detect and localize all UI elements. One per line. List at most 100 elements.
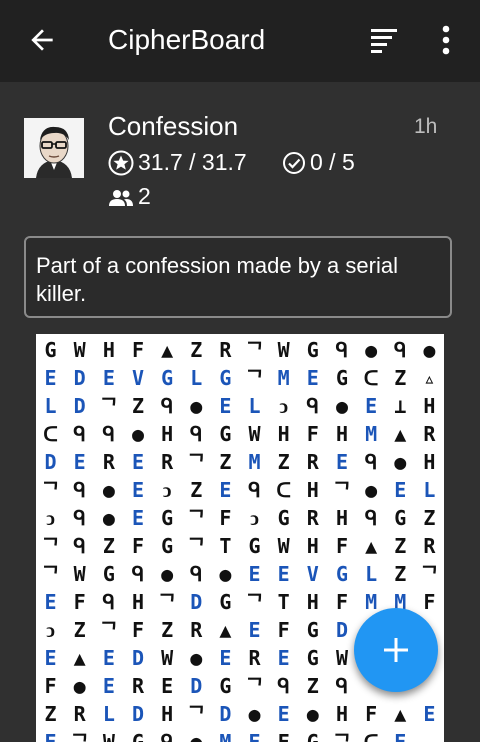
cipher-glyph: M: [219, 730, 232, 742]
cipher-glyph: G: [335, 366, 348, 390]
cipher-glyph: R: [306, 450, 319, 474]
cipher-glyph: ᑕ: [276, 478, 291, 502]
score-value: 31.7 / 31.7: [138, 149, 247, 175]
cipher-glyph: ᑫ: [73, 422, 86, 446]
cipher-glyph: E: [365, 394, 378, 418]
cipher-glyph: G: [161, 534, 174, 558]
cipher-row: Z R L D H ᄀ D ● E ● H F ▲ E: [36, 700, 444, 728]
cipher-glyph: G: [219, 422, 232, 446]
cipher-glyph: E: [44, 646, 57, 670]
cipher-glyph: ᄀ: [187, 534, 206, 558]
cipher-glyph: ●: [102, 506, 115, 530]
cipher-glyph: V: [131, 366, 144, 390]
cipher-glyph: E: [306, 366, 319, 390]
cipher-glyph: Z: [73, 618, 86, 642]
cipher-glyph: ᑫ: [189, 562, 203, 586]
cipher-glyph: L: [190, 366, 203, 390]
cipher-row: L D ᄀ Z ᑫ ● E Lↄ ᑫ ● E ⊥ H: [36, 392, 444, 420]
time-ago: 1h: [414, 115, 438, 138]
cipher-glyph: L: [44, 394, 57, 418]
puzzle-title[interactable]: Confession: [108, 110, 238, 142]
cipher-glyph: Z: [394, 562, 407, 586]
back-button[interactable]: [26, 24, 58, 56]
cipher-glyph: ᑫ: [364, 450, 378, 474]
cipher-glyph: E: [102, 646, 115, 670]
score-stat: 31.7 / 31.7: [108, 148, 268, 178]
solvers-stat: 2: [108, 182, 168, 212]
cipher-glyph: ᑫ: [160, 730, 174, 742]
cipher-glyph: L: [423, 478, 436, 502]
cipher-glyph: ᄀ: [187, 450, 206, 474]
cipher-glyph: ᑫ: [335, 674, 349, 698]
cipher-glyph: W: [277, 534, 290, 558]
cipher-glyph: ●: [190, 646, 203, 670]
cipher-glyph: F: [131, 534, 144, 558]
sort-button[interactable]: [368, 24, 400, 56]
cipher-glyph: E: [44, 730, 57, 742]
cipher-glyph: ●: [73, 674, 86, 698]
cipher-glyph: ᄀ: [245, 674, 264, 698]
cipher-glyph: M: [277, 366, 290, 390]
cipher-glyph: E: [131, 450, 144, 474]
cipher-glyph: ↄ: [250, 506, 259, 530]
cipher-glyph: D: [190, 674, 203, 698]
cipher-glyph: ᑫ: [306, 394, 320, 418]
add-solution-button[interactable]: [354, 608, 438, 692]
cipher-glyph: E: [423, 702, 436, 726]
cipher-glyph: Z: [190, 478, 203, 502]
cipher-glyph: ᄀ: [332, 730, 352, 742]
cipher-glyph: ●: [365, 338, 378, 362]
puzzle-description: Part of a confession made by a serial ki…: [36, 253, 398, 306]
cipher-glyph: ▲: [73, 646, 86, 670]
solved-stat: 0 / 5: [282, 148, 372, 178]
check-circle-icon: [283, 152, 305, 174]
cipher-glyph: F: [335, 590, 348, 614]
cipher-glyph: F: [277, 618, 290, 642]
cipher-glyph: D: [131, 702, 144, 726]
cipher-glyph: ᄀ: [187, 702, 206, 726]
cipher-glyph: H: [423, 394, 436, 418]
cipher-glyph: E: [131, 478, 144, 502]
cipher-glyph: D: [335, 618, 348, 642]
cipher-glyph: R: [219, 338, 232, 362]
cipher-glyph: R: [423, 534, 436, 558]
cipher-glyph: ↄ: [162, 478, 172, 502]
cipher-glyph: W: [335, 646, 348, 670]
cipher-glyph: E: [277, 702, 290, 726]
cipher-glyph: H: [306, 478, 319, 502]
cipher-glyph: H: [161, 702, 174, 726]
cipher-glyph: ▲: [219, 618, 232, 642]
cipher-glyph: ●: [131, 422, 144, 446]
cipher-glyph: D: [190, 590, 203, 614]
cipher-glyph: F: [131, 338, 144, 362]
cipher-glyph: W: [161, 646, 174, 670]
cipher-glyph: F: [365, 702, 378, 726]
cipher-row: G W H F ▲ Z R ᄀ W G ᑫ ● ᑫ ●: [36, 336, 444, 364]
cipher-glyph: G: [219, 366, 232, 390]
cipher-glyph: G: [306, 338, 319, 362]
cipher-glyph: ᑕ: [363, 730, 379, 742]
cipher-glyph: H: [335, 422, 348, 446]
cipher-glyph: M: [248, 450, 261, 474]
more-options-button[interactable]: [432, 24, 460, 56]
cipher-glyph: Z: [423, 506, 436, 530]
cipher-glyph: Z: [219, 450, 232, 474]
cipher-glyph: ●: [219, 562, 232, 586]
cipher-glyph: R: [423, 422, 436, 446]
arrow-back-icon: [31, 29, 53, 51]
author-avatar[interactable]: [24, 118, 84, 178]
more-vert-icon: [442, 25, 450, 55]
cipher-glyph: V: [306, 562, 319, 586]
cipher-glyph: Z: [161, 618, 174, 642]
cipher-glyph: E: [131, 506, 144, 530]
cipher-glyph: R: [248, 646, 261, 670]
cipher-glyph: ᑫ: [102, 590, 116, 614]
cipher-glyph: Z: [394, 366, 407, 390]
cipher-glyph: G: [277, 506, 290, 530]
cipher-glyph: W: [248, 422, 261, 446]
people-icon: [109, 190, 133, 206]
cipher-glyph: ᄀ: [420, 562, 439, 586]
cipher-glyph: E: [248, 562, 261, 586]
cipher-glyph: ᑫ: [189, 422, 203, 446]
cipher-glyph: ●: [306, 702, 319, 726]
